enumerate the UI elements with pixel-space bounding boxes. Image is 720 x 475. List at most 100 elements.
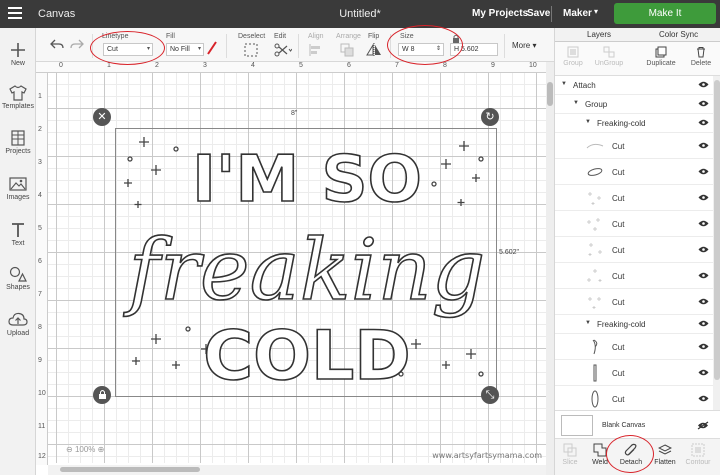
sidebar-item-text[interactable]: Text — [0, 222, 36, 247]
eye-icon[interactable] — [698, 119, 709, 126]
layer-row-cut[interactable]: Cut — [555, 159, 713, 185]
scrollbar-thumb[interactable] — [714, 80, 720, 380]
canvas-color-swatch[interactable] — [561, 415, 593, 436]
height-prefix: H — [454, 46, 460, 53]
ruler-tick: 1 — [107, 62, 111, 69]
linetype-select[interactable]: Cut ▾ — [103, 43, 153, 56]
sidebar-item-upload[interactable]: Upload — [0, 312, 36, 337]
stepper-icon[interactable]: ⇕ — [436, 44, 441, 55]
chevron-down-icon[interactable]: ▼ — [561, 81, 567, 87]
weld-icon — [593, 443, 607, 457]
layer-thumbnail — [588, 243, 602, 256]
layer-thumbnail — [588, 297, 601, 309]
undo-icon[interactable] — [50, 38, 64, 50]
scrollbar-thumb[interactable] — [547, 82, 553, 106]
eye-icon[interactable] — [698, 272, 709, 279]
eye-icon[interactable] — [698, 100, 709, 107]
flip-icon[interactable] — [366, 43, 386, 57]
zoom-in-icon[interactable]: ⊕ — [98, 445, 105, 454]
canvas-vertical-scrollbar[interactable] — [546, 62, 554, 475]
sidebar-item-images[interactable]: Images — [0, 176, 36, 201]
canvas-horizontal-scrollbar[interactable] — [48, 465, 546, 475]
scissors-icon[interactable] — [274, 43, 292, 57]
layer-row-freaking-cold[interactable]: ▼ Freaking-cold — [555, 114, 713, 133]
layer-thumbnail — [593, 364, 597, 382]
eye-icon[interactable] — [698, 395, 709, 402]
layer-row-attach[interactable]: ▼ Attach — [555, 76, 713, 95]
layer-row-cut[interactable]: Cut — [555, 289, 713, 315]
chevron-down-icon[interactable]: ▼ — [585, 119, 591, 125]
eye-icon[interactable] — [698, 246, 709, 253]
resize-handle-icon[interactable]: ⤡ — [481, 386, 499, 404]
arrange-icon[interactable] — [340, 43, 360, 57]
selection-box[interactable]: I'M SO freaking COLD — [115, 128, 497, 397]
eye-icon[interactable] — [698, 320, 709, 327]
eye-icon[interactable] — [698, 194, 709, 201]
layer-row-cut[interactable]: Cut — [555, 386, 713, 410]
tab-layers[interactable]: Layers — [587, 30, 611, 39]
sidebar-item-shapes[interactable]: Shapes — [0, 266, 36, 291]
deselect-icon[interactable] — [244, 43, 258, 57]
eye-icon[interactable] — [698, 220, 709, 227]
scrollbar-thumb[interactable] — [60, 467, 200, 472]
sidebar-item-new[interactable]: New — [0, 42, 36, 67]
align-icon[interactable] — [308, 43, 326, 57]
layer-row-cut[interactable]: Cut — [555, 211, 713, 237]
image-icon — [9, 177, 27, 191]
width-field[interactable]: W 8 ⇕ — [398, 43, 444, 56]
sidebar-item-projects[interactable]: Projects — [0, 130, 36, 155]
layer-row-cut[interactable]: Cut — [555, 185, 713, 211]
contour-button[interactable]: Contour — [683, 443, 713, 466]
slice-button[interactable]: Slice — [555, 443, 585, 466]
eye-icon[interactable] — [698, 343, 709, 350]
weld-button[interactable]: Weld — [585, 443, 615, 466]
tab-color-sync[interactable]: Color Sync — [659, 30, 698, 39]
lock-handle-icon[interactable] — [93, 386, 111, 404]
eye-icon[interactable] — [698, 298, 709, 305]
chevron-down-icon[interactable]: ▾ — [594, 7, 598, 16]
group-button[interactable]: Group — [553, 46, 593, 67]
layer-row-cut[interactable]: Cut — [555, 237, 713, 263]
rotate-handle-icon[interactable]: ↻ — [481, 108, 499, 126]
detach-button[interactable]: Detach — [616, 443, 646, 466]
eye-hidden-icon[interactable] — [697, 421, 709, 430]
zoom-out-icon[interactable]: ⊖ — [66, 445, 73, 454]
layer-row-cut[interactable]: Cut — [555, 360, 713, 386]
delete-handle-icon[interactable]: ✕ — [93, 108, 111, 126]
more-menu[interactable]: More ▾ — [512, 41, 536, 50]
fill-color-swatch-icon[interactable] — [206, 41, 218, 55]
ungroup-button[interactable]: UnGroup — [589, 46, 629, 67]
redo-icon[interactable] — [70, 38, 84, 50]
layer-name: Cut — [612, 142, 625, 151]
hamburger-menu-icon[interactable] — [8, 7, 22, 19]
edit-label: Edit — [274, 33, 287, 40]
size-label: Size — [400, 33, 414, 40]
layers-scrollbar[interactable] — [713, 76, 720, 410]
height-field[interactable]: H 5.602 — [450, 43, 498, 56]
my-projects-link[interactable]: My Projects — [472, 8, 528, 19]
layer-row-cut[interactable]: Cut — [555, 133, 713, 159]
delete-button[interactable]: Delete — [681, 46, 720, 67]
flatten-button[interactable]: Flatten — [650, 443, 680, 466]
layer-row-freaking-cold[interactable]: ▼ Freaking-cold — [555, 315, 713, 334]
layer-row-cut[interactable]: Cut — [555, 334, 713, 360]
design-canvas[interactable]: 8" 5.602" I'M SO freaking COLD ✕ ↻ ⤡ ⊖ 1… — [48, 73, 546, 463]
blank-canvas-row[interactable]: Blank Canvas — [555, 410, 720, 438]
panel-tabs: Layers Color Sync — [555, 28, 720, 42]
eye-icon[interactable] — [698, 369, 709, 376]
layer-row-cut[interactable]: Cut — [555, 263, 713, 289]
fill-select[interactable]: No Fill ▾ — [166, 43, 204, 56]
chevron-down-icon[interactable]: ▼ — [585, 320, 591, 326]
zoom-level: 100% — [74, 445, 96, 454]
make-it-button[interactable]: Make It — [614, 3, 716, 24]
eye-icon[interactable] — [698, 81, 709, 88]
duplicate-button[interactable]: Duplicate — [641, 46, 681, 67]
layer-row-group[interactable]: ▼ Group — [555, 95, 713, 114]
machine-selector[interactable]: Maker — [563, 8, 592, 19]
eye-icon[interactable] — [698, 142, 709, 149]
sidebar-item-templates[interactable]: Templates — [0, 85, 36, 110]
fill-label: Fill — [166, 33, 175, 40]
chevron-down-icon[interactable]: ▼ — [573, 100, 579, 106]
eye-icon[interactable] — [698, 168, 709, 175]
save-link[interactable]: Save — [527, 8, 550, 19]
